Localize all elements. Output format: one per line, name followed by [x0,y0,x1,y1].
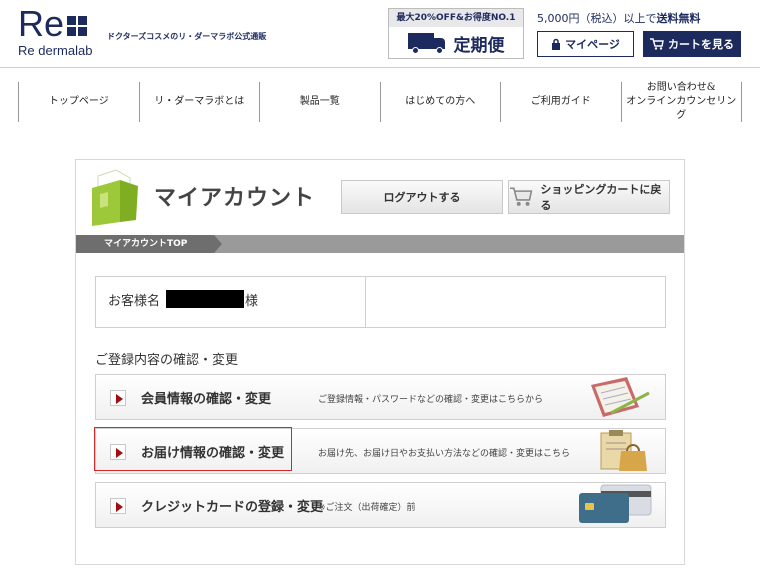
back-to-cart-button[interactable]: ショッピングカートに戻る [508,180,670,214]
member-info-label: 会員情報の確認・変更 [141,392,272,407]
section-heading: ご登録内容の確認・変更 [95,353,239,368]
member-info-row[interactable]: 会員情報の確認・変更 ご登録情報・パスワードなどの確認・変更はこちらから [95,374,666,420]
cart-icon [650,38,664,50]
logo-subtitle: Re dermalab [18,43,93,58]
nav-item-about[interactable]: リ・ダーマラボとは [138,82,260,122]
free-shipping-notice: 5,000円（税込）以上で送料無料 [537,12,701,25]
clipboard-bag-icon [600,430,647,471]
nav-item-beginners[interactable]: はじめての方へ [379,82,501,122]
redacted-customer-name [166,290,244,308]
lock-icon [552,38,561,50]
delivery-info-desc: お届け先、お届け日やお支払い方法などの確認・変更はこちら [318,449,571,459]
nav-item-contact[interactable]: お問い合わせ& オンラインカウンセリング [620,82,742,122]
credit-card-label: クレジットカードの登録・変更 [141,500,324,515]
header-divider [0,67,760,68]
global-nav: トップページ リ・ダーマラボとは 製品一覧 はじめての方へ ご利用ガイド お問い… [18,82,742,122]
notebook-pen-icon [591,377,650,417]
customer-honorific: 様 [245,294,259,309]
member-info-desc: ご登録情報・パスワードなどの確認・変更はこちらから [318,395,544,405]
site-logo[interactable]: Re Re dermalab [18,6,93,59]
logout-button[interactable]: ログアウトする [341,180,503,214]
credit-card-desc: ※ご注文（出荷確定）前 [318,503,416,513]
mypage-button[interactable]: マイページ [537,31,634,57]
view-cart-button[interactable]: カートを見る [643,31,741,57]
logo-squares-icon [67,16,88,36]
shopping-cart-icon [509,187,533,206]
site-tagline: ドクターズコスメのリ・ダーマラボ公式通販 [107,32,267,41]
nav-item-top[interactable]: トップページ [18,82,139,122]
nav-item-guide[interactable]: ご利用ガイド [500,82,621,122]
truck-icon [407,33,446,54]
customer-info-empty-cell [366,277,665,327]
my-account-panel: マイアカウント ログアウトする ショッピングカートに戻る マイアカウントTOP … [75,159,685,565]
page-title: マイアカウント [154,186,316,211]
play-arrow-icon [110,390,126,406]
customer-info-box: お客様名 様 [95,276,666,328]
credit-card-icon [579,484,652,523]
breadcrumb-arrow-icon [214,235,222,253]
logo-mark: Re [18,6,92,42]
customer-name-label: お客様名 [108,294,161,309]
folder-icon [92,169,138,226]
teiki-banner[interactable]: 最大20%OFF&お得度NO.1 定期便 [388,8,524,59]
credit-card-row[interactable]: クレジットカードの登録・変更 ※ご注文（出荷確定）前 [95,482,666,528]
breadcrumb[interactable]: マイアカウントTOP [76,235,214,253]
nav-item-products[interactable]: 製品一覧 [259,82,380,122]
selection-highlight [94,427,292,471]
play-arrow-icon [110,498,126,514]
teiki-label: 定期便 [453,35,505,56]
teiki-promo-text: 最大20%OFF&お得度NO.1 [389,9,523,27]
